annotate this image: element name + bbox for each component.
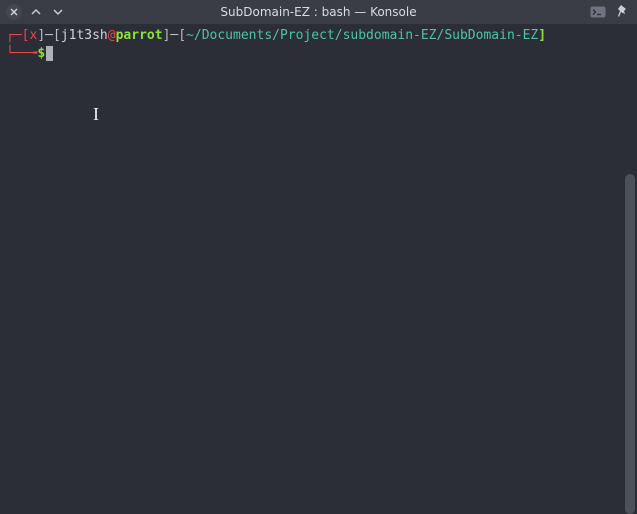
arrow-up-button[interactable] (28, 5, 44, 19)
prompt-host: parrot (116, 28, 163, 43)
scrollbar[interactable] (625, 174, 635, 514)
window-titlebar: SubDomain-EZ : bash — Konsole (0, 0, 637, 24)
pin-button[interactable] (613, 4, 631, 20)
prompt-bracket-open2: [ (53, 28, 61, 43)
prompt-bracket-close: ] (37, 28, 45, 43)
terminal-cursor (46, 46, 53, 61)
prompt-dash: ─ (45, 28, 53, 43)
terminal-icon (590, 6, 606, 18)
prompt-user: j1t3sh (61, 28, 108, 43)
prompt-bracket-close3: ] (538, 28, 546, 43)
terminal-indicator-button[interactable] (589, 4, 607, 20)
titlebar-right-controls (589, 4, 631, 20)
scrollbar-thumb[interactable] (625, 174, 635, 514)
window-title: SubDomain-EZ : bash — Konsole (220, 5, 416, 19)
text-cursor-icon: I (93, 102, 99, 126)
prompt-line-2: └──╼ $ (6, 45, 631, 63)
close-button[interactable] (6, 4, 22, 20)
pin-icon (616, 5, 628, 19)
chevron-down-icon (52, 7, 64, 17)
prompt-corner-tl: ┌─ (6, 28, 22, 43)
prompt-bracket-open3: [ (178, 28, 186, 43)
arrow-down-button[interactable] (50, 5, 66, 19)
prompt-dollar: $ (37, 45, 45, 63)
terminal-content[interactable]: ┌─[x]─[j1t3sh@parrot]─[~/Documents/Proje… (0, 24, 637, 509)
prompt-path: ~/Documents/Project/subdomain-EZ/SubDoma… (186, 28, 538, 43)
prompt-corner-bl: └──╼ (6, 45, 37, 63)
prompt-line-1: ┌─[x]─[j1t3sh@parrot]─[~/Documents/Proje… (6, 27, 631, 45)
close-icon (9, 7, 19, 17)
prompt-at: @ (108, 28, 116, 43)
titlebar-left-controls (6, 4, 66, 20)
chevron-up-icon (30, 7, 42, 17)
